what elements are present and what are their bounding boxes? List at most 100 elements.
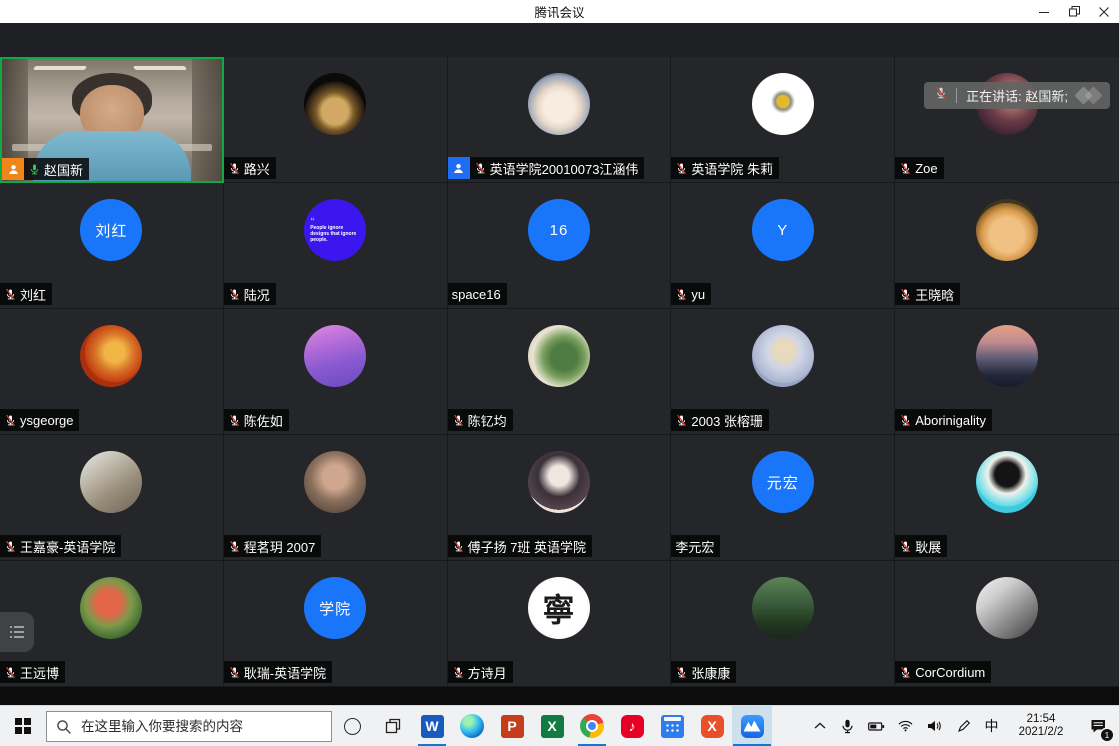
participant-name-label: 陈钇均: [448, 409, 513, 431]
participant-avatar: [304, 73, 366, 135]
taskbar-app-word[interactable]: W: [412, 706, 452, 746]
participant-avatar: “People ignore designs that ignore peopl…: [304, 199, 366, 261]
host-badge-icon: [2, 158, 24, 180]
participant-avatar: 刘红: [80, 199, 142, 261]
participant-tile[interactable]: 傅子扬 7班 英语学院: [448, 435, 672, 561]
participant-tile[interactable]: 程茗玥 2007: [224, 435, 448, 561]
participant-tile[interactable]: 学院耿瑞-英语学院: [224, 561, 448, 687]
participant-label-row: 王远博: [0, 661, 65, 683]
participant-tile[interactable]: Aborinigality: [895, 309, 1119, 435]
participant-tile[interactable]: 赵国新: [0, 57, 224, 183]
taskbar-app-excel[interactable]: X: [532, 706, 572, 746]
window-title: 腾讯会议: [534, 2, 584, 21]
tray-chevron-up-icon[interactable]: [807, 706, 833, 746]
participant-tile[interactable]: 16space16: [448, 183, 672, 309]
close-button[interactable]: [1089, 0, 1119, 23]
taskbar-app-calendar[interactable]: [652, 706, 692, 746]
participant-tile[interactable]: 英语学院 朱莉: [671, 57, 895, 183]
participant-tile[interactable]: 张康康: [671, 561, 895, 687]
participant-avatar: Y: [752, 199, 814, 261]
ime-indicator[interactable]: 中: [978, 706, 1005, 746]
participant-tile[interactable]: ysgeorge: [0, 309, 224, 435]
participant-tile[interactable]: 陈佐如: [224, 309, 448, 435]
participant-tile[interactable]: 刘红刘红: [0, 183, 224, 309]
participant-avatar: [304, 451, 366, 513]
participant-avatar: [80, 451, 142, 513]
avatar-text: 16: [550, 222, 569, 239]
taskbar-app-edge[interactable]: [452, 706, 492, 746]
mic-muted-icon: [899, 162, 912, 175]
participant-name: 王远博: [20, 663, 59, 682]
participant-tile[interactable]: CorCordium: [895, 561, 1119, 687]
taskbar-clock[interactable]: 21:54 2021/2/2: [1005, 706, 1077, 746]
mic-muted-icon: [228, 162, 241, 175]
participant-avatar: [976, 199, 1038, 261]
mic-muted-icon: [228, 666, 241, 679]
taskbar-search[interactable]: [46, 711, 332, 742]
participant-tile[interactable]: 2003 张榕珊: [671, 309, 895, 435]
participant-tile[interactable]: “People ignore designs that ignore peopl…: [224, 183, 448, 309]
participant-tile[interactable]: 路兴: [224, 57, 448, 183]
participant-tile[interactable]: 英语学院20010073江涵伟: [448, 57, 672, 183]
taskbar-app-chrome[interactable]: [572, 706, 612, 746]
participant-tile[interactable]: 元宏李元宏: [671, 435, 895, 561]
participant-tile[interactable]: 王嘉豪-英语学院: [0, 435, 224, 561]
participant-label-row: Zoe: [895, 157, 943, 179]
participant-name: 王晓晗: [915, 285, 954, 304]
mic-muted-icon: [228, 540, 241, 553]
participant-name-label: CorCordium: [895, 661, 991, 683]
participant-avatar: [304, 325, 366, 387]
taskbar-app-powerpoint[interactable]: P: [492, 706, 532, 746]
participant-avatar: [976, 577, 1038, 639]
tray-pen-icon[interactable]: [949, 706, 978, 746]
participant-avatar: [752, 577, 814, 639]
member-list-tab[interactable]: [0, 612, 34, 652]
start-button[interactable]: [0, 706, 46, 746]
minimize-icon: [1039, 7, 1049, 17]
edge-icon: [460, 714, 484, 738]
participant-tile[interactable]: Zoe: [895, 57, 1119, 183]
participant-tile[interactable]: 陈钇均: [448, 309, 672, 435]
mic-muted-icon: [899, 288, 912, 301]
participant-name-label: 赵国新: [24, 158, 89, 180]
tray-time: 21:54: [1027, 713, 1056, 726]
participant-tile[interactable]: 王晓晗: [895, 183, 1119, 309]
cohost-badge-icon: [448, 157, 470, 179]
participant-tile[interactable]: 寧方诗月: [448, 561, 672, 687]
notification-button[interactable]: 1: [1077, 706, 1119, 746]
mic-muted-icon: [675, 414, 688, 427]
restore-button[interactable]: [1059, 0, 1089, 23]
participant-name-label: 王晓晗: [895, 283, 960, 305]
participant-name: 张康康: [691, 663, 730, 682]
tray-battery-icon[interactable]: [862, 706, 891, 746]
window-controls: [1029, 0, 1119, 23]
taskbar-app-netease-music[interactable]: ♪: [612, 706, 652, 746]
avatar-text: 学院: [319, 598, 351, 619]
tencent-meeting-screen: 腾讯会议 赵国新 路兴英语学院20010073江涵伟英语学院 朱莉 Zoe 刘红刘红 “…: [0, 0, 1119, 746]
calendar-icon: [661, 715, 684, 738]
tray-microphone-icon[interactable]: [833, 706, 862, 746]
close-icon: [1099, 7, 1109, 17]
participant-name: 英语学院 朱莉: [691, 159, 773, 178]
participant-avatar: [976, 451, 1038, 513]
participant-label-row: 2003 张榕珊: [671, 409, 769, 431]
avatar-quote: “People ignore designs that ignore peopl…: [306, 216, 364, 245]
participant-label-row: CorCordium: [895, 661, 991, 683]
tray-volume-icon[interactable]: [920, 706, 949, 746]
taskbar-app-xmind[interactable]: X: [692, 706, 732, 746]
powerpoint-icon: P: [501, 715, 524, 738]
cortana-button[interactable]: [332, 706, 372, 746]
participant-label-row: 耿瑞-英语学院: [224, 661, 332, 683]
participant-name-label: 陈佐如: [224, 409, 289, 431]
minimize-button[interactable]: [1029, 0, 1059, 23]
participant-tile[interactable]: Yyu: [671, 183, 895, 309]
participant-tile[interactable]: 耿展: [895, 435, 1119, 561]
participant-avatar: [976, 325, 1038, 387]
mic-muted-icon: [899, 414, 912, 427]
tray-wifi-icon[interactable]: [891, 706, 920, 746]
taskbar-app-tencent-meeting[interactable]: [732, 706, 772, 746]
search-input[interactable]: [47, 711, 331, 742]
task-view-button[interactable]: [372, 706, 412, 746]
mic-muted-icon: [452, 540, 465, 553]
participant-label-row: 张康康: [671, 661, 736, 683]
